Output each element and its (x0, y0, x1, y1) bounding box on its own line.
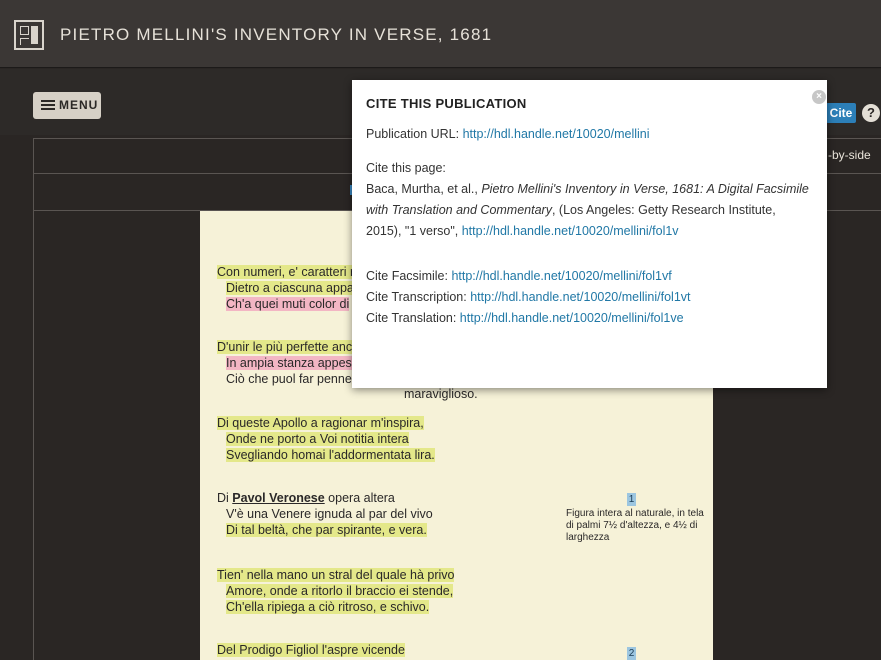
verse-line[interactable]: Tien' nella mano un stral del quale hà p… (217, 568, 455, 582)
citation-authors: Baca, Murtha, et al., (366, 182, 482, 196)
view-side-by-side-option[interactable]: -by-side (828, 148, 871, 162)
cite-translation-link[interactable]: http://hdl.handle.net/10020/mellini/fol1… (460, 311, 684, 325)
app-title: PIETRO MELLINI'S INVENTORY IN VERSE, 168… (60, 25, 493, 44)
cite-transcription-label: Cite Transcription: (366, 290, 471, 304)
close-icon[interactable]: × (812, 90, 826, 104)
cite-translation-label: Cite Translation: (366, 311, 460, 325)
note-text-1: Figura intera al naturale, in tela di pa… (566, 508, 704, 543)
menu-label: MENU (59, 98, 99, 112)
verse-line-suffix: opera altera (324, 491, 395, 505)
publication-url-link[interactable]: http://hdl.handle.net/10020/mellini (463, 127, 650, 141)
citation-text: Baca, Murtha, et al., Pietro Mellini's I… (366, 179, 813, 242)
verse-line[interactable]: V'è una Venere ignuda al par del vivo (226, 507, 433, 521)
cite-page-label: Cite this page: (366, 161, 446, 175)
cite-facsimile-row: Cite Facsimile: http://hdl.handle.net/10… (366, 266, 813, 287)
verse-line[interactable]: Del Prodigo Figliol l'aspre vicende (217, 643, 405, 657)
cite-popup: × CITE THIS PUBLICATION Publication URL:… (352, 80, 827, 388)
verse-line[interactable]: Svegliando homai l'addormentata lira. (226, 448, 435, 462)
note-number-2[interactable]: 2 (627, 647, 636, 660)
title-bar: PIETRO MELLINI'S INVENTORY IN VERSE, 168… (0, 0, 881, 68)
verse-line-prefix: Di (217, 491, 233, 505)
cite-transcription-row: Cite Transcription: http://hdl.handle.ne… (366, 287, 813, 308)
publication-url-label: Publication URL: (366, 127, 463, 141)
artist-link[interactable]: Pavol Veronese (232, 491, 324, 505)
citation-url-link[interactable]: http://hdl.handle.net/10020/mellini/fol1… (462, 224, 679, 238)
verse-line-tail: maraviglioso. (404, 387, 478, 401)
hamburger-icon (41, 100, 55, 110)
verse-line[interactable]: Amore, onde a ritorlo il braccio ei sten… (226, 584, 454, 598)
publication-url-row: Publication URL: http://hdl.handle.net/1… (366, 124, 813, 145)
stanza-6: Del Prodigo Figliol l'aspre vicende (217, 642, 405, 658)
stanza-3: Di queste Apollo a ragionar m'inspira, O… (217, 415, 435, 463)
cite-facsimile-link[interactable]: http://hdl.handle.net/10020/mellini/fol1… (451, 269, 671, 283)
left-divider (33, 211, 34, 660)
verse-line[interactable]: D'unir le più perfette anc (217, 340, 353, 354)
verse-line[interactable]: Ciò che puol far pennel (226, 372, 355, 386)
verse-line[interactable]: Ch'a quei muti color di (226, 297, 350, 311)
stanza-4: Di Pavol Veronese opera altera V'è una V… (217, 490, 433, 538)
popup-heading: CITE THIS PUBLICATION (366, 96, 527, 111)
stanza-2: D'unir le più perfette anc In ampia stan… (217, 339, 359, 387)
verse-line[interactable]: Dietro a ciascuna appa (226, 281, 354, 295)
verse-line[interactable]: Ch'ella ripiega a ciò ritroso, e schivo. (226, 600, 430, 614)
cite-facsimile-label: Cite Facsimile: (366, 269, 452, 283)
cite-button[interactable]: Cite (826, 103, 856, 123)
verse-line[interactable]: Di tal beltà, che par spirante, e vera. (226, 523, 427, 537)
note-number-1[interactable]: 1 (627, 493, 636, 506)
menu-button[interactable]: MENU (33, 92, 101, 119)
help-icon[interactable]: ? (862, 104, 880, 122)
stanza-5: Tien' nella mano un stral del quale hà p… (217, 567, 455, 615)
stanza-1: Con numeri, e' caratteri r Dietro a cias… (217, 264, 355, 312)
verse-line[interactable]: Con numeri, e' caratteri r (217, 265, 355, 279)
verse-line[interactable]: Onde ne porto a Voi notitia intera (226, 432, 409, 446)
verse-line[interactable]: Di queste Apollo a ragionar m'inspira, (217, 416, 424, 430)
getty-logo-icon[interactable] (14, 20, 44, 50)
cite-transcription-link[interactable]: http://hdl.handle.net/10020/mellini/fol1… (470, 290, 690, 304)
cite-translation-row: Cite Translation: http://hdl.handle.net/… (366, 308, 813, 329)
verse-line[interactable]: In ampia stanza appese (226, 356, 359, 370)
